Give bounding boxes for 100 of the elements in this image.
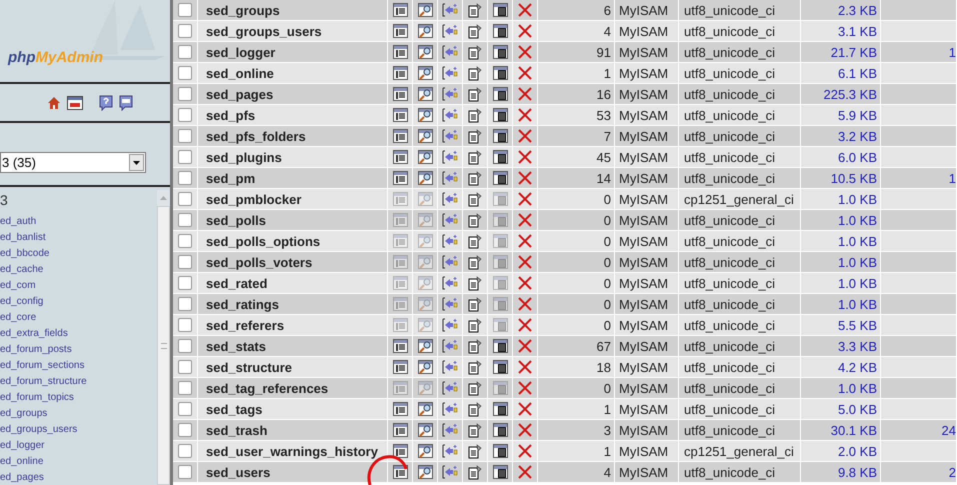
list-icon[interactable] xyxy=(392,465,408,479)
table-size[interactable]: 6.0 KB xyxy=(838,150,877,164)
list-icon[interactable] xyxy=(392,108,408,122)
table-name[interactable]: sed_polls_options xyxy=(206,234,320,248)
table-name[interactable]: sed_polls_voters xyxy=(206,256,312,268)
list-icon[interactable] xyxy=(392,24,408,38)
table-size[interactable]: 3.3 KB xyxy=(838,340,877,352)
document-icon[interactable] xyxy=(468,192,482,206)
table-link[interactable]: ed_forum_structure xyxy=(0,374,87,390)
table-size[interactable]: 225.3 KB xyxy=(824,88,877,100)
table-size[interactable]: 1.0 KB xyxy=(838,276,877,290)
document-icon[interactable] xyxy=(468,128,482,144)
database-select[interactable]: 3 (35) xyxy=(0,152,146,173)
row-checkbox[interactable] xyxy=(178,108,192,122)
document-icon[interactable] xyxy=(468,150,482,164)
list-icon[interactable] xyxy=(392,423,408,437)
table-link[interactable]: ed_config xyxy=(0,294,44,310)
search-icon[interactable] xyxy=(418,339,432,353)
table-link[interactable]: ed_online xyxy=(0,454,44,470)
trash-icon[interactable] xyxy=(492,45,508,59)
close-icon[interactable] xyxy=(518,276,532,290)
table-link[interactable]: ed_forum_topics xyxy=(0,390,74,406)
search-icon[interactable] xyxy=(418,3,432,17)
table-name[interactable]: sed_online xyxy=(206,66,274,80)
document-icon[interactable] xyxy=(468,254,482,270)
row-checkbox[interactable] xyxy=(178,297,192,311)
table-size[interactable]: 5.9 KB xyxy=(838,108,877,122)
table-size[interactable]: 1.0 KB xyxy=(838,192,877,206)
search-icon[interactable] xyxy=(418,108,432,122)
search-icon[interactable] xyxy=(418,87,432,101)
row-checkbox[interactable] xyxy=(178,339,192,353)
table-name[interactable]: sed_trash xyxy=(206,424,268,436)
table-name[interactable]: sed_pages xyxy=(206,88,274,100)
table-link[interactable]: ed_com xyxy=(0,278,36,294)
list-icon[interactable] xyxy=(392,171,408,185)
insert-arrow-icon[interactable] xyxy=(442,213,458,227)
table-name[interactable]: sed_polls xyxy=(206,214,266,226)
close-icon[interactable] xyxy=(518,234,532,248)
row-checkbox[interactable] xyxy=(178,402,192,416)
search-icon[interactable] xyxy=(418,45,432,59)
close-icon[interactable] xyxy=(518,465,532,479)
trash-icon[interactable] xyxy=(492,444,508,458)
trash-icon[interactable] xyxy=(492,3,508,17)
insert-arrow-icon[interactable] xyxy=(442,150,458,164)
table-link[interactable]: ed_forum_posts xyxy=(0,342,72,358)
trash-icon[interactable] xyxy=(492,339,508,353)
table-size[interactable]: 1.0 KB xyxy=(838,234,877,248)
insert-arrow-icon[interactable] xyxy=(442,192,458,206)
list-icon[interactable] xyxy=(392,45,408,59)
insert-arrow-icon[interactable] xyxy=(442,276,458,290)
row-checkbox[interactable] xyxy=(178,465,192,479)
table-name[interactable]: sed_ratings xyxy=(206,298,279,310)
document-icon[interactable] xyxy=(468,276,482,290)
document-icon[interactable] xyxy=(468,170,482,186)
document-icon[interactable] xyxy=(468,108,482,122)
table-size[interactable]: 3.2 KB xyxy=(838,130,877,142)
document-icon[interactable] xyxy=(468,2,482,18)
insert-arrow-icon[interactable] xyxy=(442,465,458,479)
table-size[interactable]: 10.5 KB xyxy=(830,172,877,184)
close-icon[interactable] xyxy=(518,108,532,122)
document-icon[interactable] xyxy=(468,24,482,38)
row-checkbox[interactable] xyxy=(178,360,192,374)
close-icon[interactable] xyxy=(518,3,532,17)
close-icon[interactable] xyxy=(518,360,532,374)
document-icon[interactable] xyxy=(468,422,482,438)
table-link[interactable]: ed_pages xyxy=(0,470,44,485)
insert-arrow-icon[interactable] xyxy=(442,129,458,143)
row-checkbox[interactable] xyxy=(178,87,192,101)
table-name[interactable]: sed_pfs xyxy=(206,108,256,122)
table-name[interactable]: sed_users xyxy=(206,466,270,478)
document-icon[interactable] xyxy=(468,212,482,228)
search-icon[interactable] xyxy=(418,24,432,38)
row-checkbox[interactable] xyxy=(178,129,192,143)
document-icon[interactable] xyxy=(468,464,482,480)
insert-arrow-icon[interactable] xyxy=(442,402,458,416)
row-checkbox[interactable] xyxy=(178,318,192,332)
search-icon[interactable] xyxy=(418,402,432,416)
row-checkbox[interactable] xyxy=(178,45,192,59)
close-icon[interactable] xyxy=(518,171,532,185)
table-size[interactable]: 2.0 KB xyxy=(838,444,877,458)
table-size[interactable]: 30.1 KB xyxy=(830,424,877,436)
row-checkbox[interactable] xyxy=(178,381,192,395)
document-icon[interactable] xyxy=(468,402,482,416)
insert-arrow-icon[interactable] xyxy=(442,444,458,458)
table-size[interactable]: 1.0 KB xyxy=(838,298,877,310)
insert-arrow-icon[interactable] xyxy=(442,3,458,17)
close-icon[interactable] xyxy=(518,381,532,395)
trash-icon[interactable] xyxy=(492,66,508,80)
insert-arrow-icon[interactable] xyxy=(442,234,458,248)
insert-arrow-icon[interactable] xyxy=(442,297,458,311)
document-icon[interactable] xyxy=(468,86,482,102)
table-link[interactable]: ed_extra_fields xyxy=(0,326,68,342)
table-link[interactable]: ed_auth xyxy=(0,214,36,230)
document-icon[interactable] xyxy=(468,338,482,354)
close-icon[interactable] xyxy=(518,24,532,38)
list-icon[interactable] xyxy=(392,3,408,17)
list-icon[interactable] xyxy=(392,66,408,80)
trash-icon[interactable] xyxy=(492,129,508,143)
insert-arrow-icon[interactable] xyxy=(442,66,458,80)
search-icon[interactable] xyxy=(418,444,432,458)
